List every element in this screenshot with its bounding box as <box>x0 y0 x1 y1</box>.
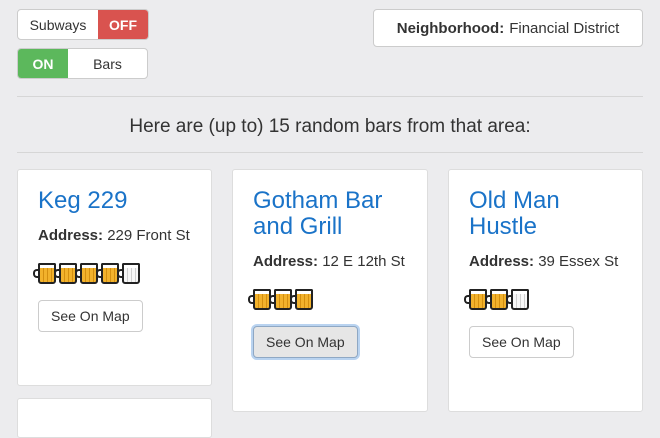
see-on-map-button[interactable]: See On Map <box>469 326 574 358</box>
address-label: Address: <box>253 253 319 270</box>
subways-label[interactable]: Subways <box>18 10 98 39</box>
bars-toggle[interactable]: ON Bars <box>17 48 148 79</box>
beer-rating <box>464 286 622 312</box>
neighborhood-label: Neighborhood: <box>396 19 505 37</box>
see-on-map-button[interactable]: See On Map <box>253 326 358 358</box>
bars-on-button[interactable]: ON <box>18 49 68 78</box>
bar-name[interactable]: Keg 229 <box>38 188 191 214</box>
beer-mug-icon <box>290 288 313 310</box>
bar-address: Address: 39 Essex St <box>469 250 622 274</box>
bar-address: Address: 12 E 12th St <box>253 250 407 274</box>
beer-mug-icon <box>506 288 529 310</box>
beer-rating <box>33 260 191 286</box>
bar-address: Address: 229 Front St <box>38 224 191 248</box>
subways-off-button[interactable]: OFF <box>98 10 148 39</box>
subways-toggle[interactable]: Subways OFF <box>17 9 149 40</box>
neighborhood-value: Financial District <box>509 19 620 37</box>
beer-rating <box>248 286 407 312</box>
bar-card: Old Man Hustle Address: 39 Essex St See … <box>448 169 643 412</box>
divider-bottom <box>17 152 643 153</box>
bars-label[interactable]: Bars <box>68 49 147 78</box>
address-value: 39 Essex St <box>538 253 619 270</box>
bar-card: Keg 229 Address: 229 Front St See On Map <box>17 169 212 386</box>
bar-name[interactable]: Old Man Hustle <box>469 188 622 240</box>
divider-top <box>17 96 643 97</box>
results-heading: Here are (up to) 15 random bars from tha… <box>129 116 531 137</box>
bar-card-partial <box>17 398 212 438</box>
address-value: 12 E 12th St <box>322 253 405 270</box>
beer-mug-icon <box>117 262 140 284</box>
address-label: Address: <box>38 227 104 244</box>
address-value: 229 Front St <box>107 227 190 244</box>
bar-name[interactable]: Gotham Bar and Grill <box>253 188 407 240</box>
see-on-map-button[interactable]: See On Map <box>38 300 143 332</box>
bar-card: Gotham Bar and Grill Address: 12 E 12th … <box>232 169 428 412</box>
neighborhood-display[interactable]: Neighborhood: Financial District <box>373 9 643 47</box>
address-label: Address: <box>469 253 535 270</box>
